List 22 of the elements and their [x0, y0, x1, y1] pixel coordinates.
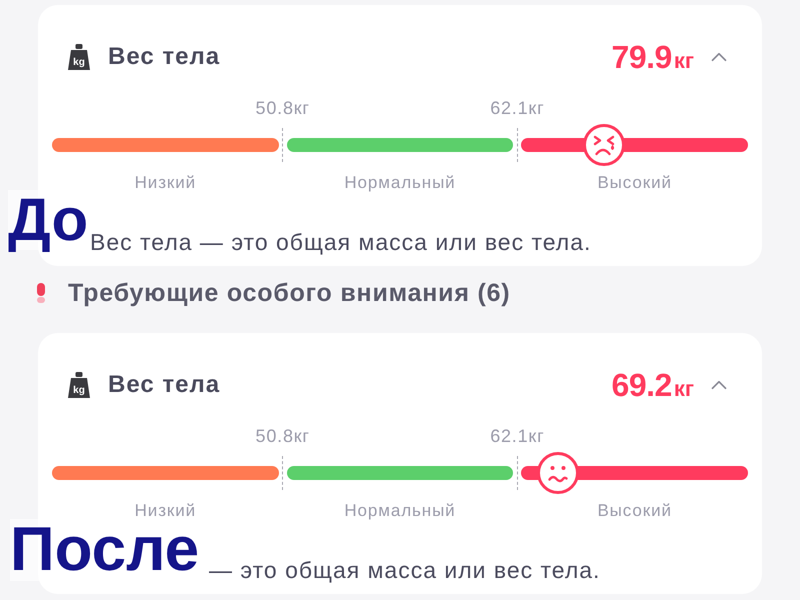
caption-label: До	[8, 190, 88, 250]
metric-title: Вес тела	[108, 45, 220, 69]
range-label: Высокий	[597, 173, 672, 193]
threshold-label: 50.8кг	[256, 426, 310, 446]
unit-label: кг	[674, 50, 694, 72]
threshold-label: 62.1кг	[490, 98, 544, 118]
threshold-label: 50.8кг	[256, 98, 310, 118]
range-label: Нормальный	[344, 501, 456, 521]
description-text: Вес тела — это общая масса или вес тела.	[90, 229, 592, 255]
metric-value: 69.2	[612, 369, 672, 401]
unit-label: кг	[674, 378, 694, 400]
description-text: — это общая масса или вес тела.	[209, 557, 600, 583]
metric-title: Вес тела	[108, 373, 220, 397]
section-heading: Требующие особого внимания (6)	[68, 281, 510, 305]
range-label: Нормальный	[344, 173, 456, 193]
metric-value: 79.9	[612, 41, 672, 73]
exclamation-icon	[37, 283, 45, 303]
caption-label: После	[10, 519, 200, 581]
threshold-label: 62.1кг	[490, 426, 544, 446]
range-label: Низкий	[134, 501, 196, 521]
range-label: Низкий	[134, 173, 196, 193]
range-label: Высокий	[597, 501, 672, 521]
